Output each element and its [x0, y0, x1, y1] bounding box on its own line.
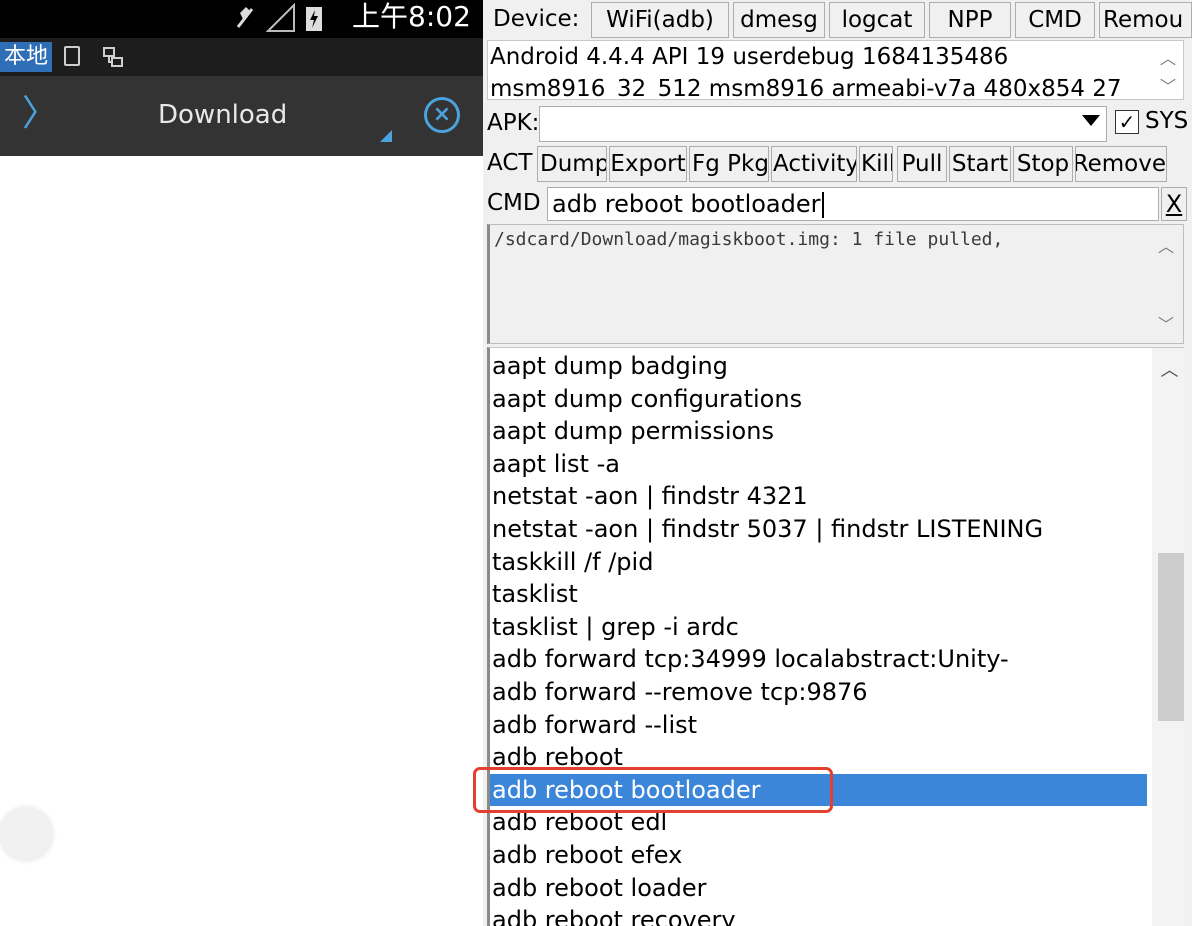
- list-item-adb-reboot-edl[interactable]: adb reboot edl: [490, 806, 1147, 839]
- battery-charging-icon: [306, 7, 322, 31]
- adb-tool-panel: Device: WiFi(adb) dmesg logcat NPP CMD R…: [483, 0, 1192, 926]
- list-item-adb-forward-unity[interactable]: adb forward tcp:34999 localabstract:Unit…: [490, 643, 1147, 676]
- android-screen: 上午8:02 本地 〉 Download ×: [0, 0, 483, 926]
- list-item-adb-reboot-bootloader[interactable]: adb reboot bootloader: [490, 773, 1147, 807]
- scroll-up-icon[interactable]: ︿: [1152, 356, 1184, 382]
- list-item-adb-reboot-efex[interactable]: adb reboot efex: [490, 839, 1147, 872]
- device-info-box: Android 4.4.4 API 19 userdebug 168413548…: [487, 40, 1184, 100]
- command-list-scrollbar[interactable]: ︿: [1152, 348, 1184, 926]
- list-item-taskkill[interactable]: taskkill /f /pid: [490, 546, 1147, 579]
- cmd-input[interactable]: adb reboot bootloader: [547, 187, 1159, 221]
- list-item-adb-forward-remove[interactable]: adb forward --remove tcp:9876: [490, 676, 1147, 709]
- status-icons: [232, 3, 324, 33]
- floating-ball[interactable]: [0, 808, 52, 860]
- text-caret: [821, 192, 824, 218]
- start-button[interactable]: Start: [949, 146, 1011, 182]
- list-item-aapt-dump-badging[interactable]: aapt dump badging: [490, 350, 1147, 383]
- remove-button[interactable]: Remove: [1075, 146, 1167, 182]
- cmd-input-value: adb reboot bootloader: [552, 190, 821, 218]
- output-console[interactable]: /sdcard/Download/magiskboot.img: 1 file …: [487, 224, 1184, 344]
- dmesg-button[interactable]: dmesg: [733, 2, 825, 38]
- scrollbar-thumb[interactable]: [1158, 553, 1184, 721]
- pull-button[interactable]: Pull: [897, 146, 947, 182]
- device-label: Device:: [493, 6, 580, 32]
- npp-button[interactable]: NPP: [929, 2, 1011, 38]
- list-item-adb-reboot-recovery[interactable]: adb reboot recovery: [490, 904, 1147, 926]
- scroll-down-icon[interactable]: ﹀: [1153, 311, 1179, 335]
- sys-label: SYS: [1145, 108, 1189, 134]
- list-item-aapt-dump-permissions[interactable]: aapt dump permissions: [490, 415, 1147, 448]
- list-item-tasklist-grep[interactable]: tasklist | grep -i ardc: [490, 611, 1147, 644]
- list-item-aapt-list[interactable]: aapt list -a: [490, 448, 1147, 481]
- act-label: ACT: [487, 150, 533, 176]
- output-text: /sdcard/Download/magiskboot.img: 1 file …: [494, 229, 1004, 250]
- activity-button[interactable]: Activity: [771, 146, 857, 182]
- list-item-adb-forward-list[interactable]: adb forward --list: [490, 709, 1147, 742]
- cmd-label: CMD: [487, 190, 541, 216]
- dropdown-arrow-icon[interactable]: [1082, 115, 1100, 126]
- signal-icon: [266, 3, 295, 32]
- remount-button[interactable]: Remou: [1099, 2, 1192, 38]
- close-icon[interactable]: ×: [424, 97, 460, 133]
- mute-icon: [236, 7, 254, 28]
- sys-checkbox[interactable]: ✓: [1115, 110, 1139, 134]
- folder-title: Download: [158, 100, 288, 130]
- device-info-line: msm8916_32_512 msm8916 armeabi-v7a 480x8…: [490, 76, 1122, 100]
- network-icon[interactable]: [102, 46, 124, 68]
- list-item-netstat-4321[interactable]: netstat -aon | findstr 4321: [490, 480, 1147, 513]
- scroll-up-icon[interactable]: ︿: [1155, 45, 1181, 69]
- export-button[interactable]: Export: [609, 146, 687, 182]
- apk-select[interactable]: [539, 106, 1107, 142]
- list-item-adb-reboot-loader[interactable]: adb reboot loader: [490, 872, 1147, 905]
- corner-indicator-icon: [380, 130, 392, 142]
- stop-button[interactable]: Stop: [1013, 146, 1073, 182]
- status-time: 上午8:02: [352, 0, 471, 33]
- status-bar: 上午8:02: [0, 0, 483, 38]
- fg-pkg-button[interactable]: Fg Pkg: [689, 146, 769, 182]
- scroll-up-icon[interactable]: ︿: [1153, 233, 1179, 257]
- breadcrumb-chevron-icon[interactable]: 〉: [22, 94, 58, 134]
- list-item-adb-reboot[interactable]: adb reboot: [490, 741, 1147, 774]
- kill-button[interactable]: Kill: [859, 146, 893, 182]
- dump-button[interactable]: Dump: [537, 146, 607, 182]
- scroll-down-icon[interactable]: ﹀: [1155, 73, 1181, 97]
- folder-title-bar: 〉 Download ×: [0, 76, 483, 156]
- clear-cmd-button[interactable]: X: [1161, 187, 1187, 221]
- list-item-tasklist[interactable]: tasklist: [490, 578, 1147, 611]
- cmd-button[interactable]: CMD: [1015, 2, 1095, 38]
- apk-label: APK:: [487, 110, 540, 136]
- device-info-line: Android 4.4.4 API 19 userdebug 168413548…: [490, 44, 1009, 70]
- tab-local[interactable]: 本地: [0, 42, 53, 72]
- list-item-aapt-dump-configurations[interactable]: aapt dump configurations: [490, 383, 1147, 416]
- wifi-adb-button[interactable]: WiFi(adb): [591, 2, 729, 38]
- logcat-button[interactable]: logcat: [829, 2, 925, 38]
- command-list[interactable]: aapt dump badging aapt dump configuratio…: [487, 347, 1184, 926]
- phone-storage-icon[interactable]: [64, 46, 80, 66]
- location-tabs: 本地: [0, 38, 483, 76]
- list-item-netstat-5037[interactable]: netstat -aon | findstr 5037 | findstr LI…: [490, 513, 1147, 546]
